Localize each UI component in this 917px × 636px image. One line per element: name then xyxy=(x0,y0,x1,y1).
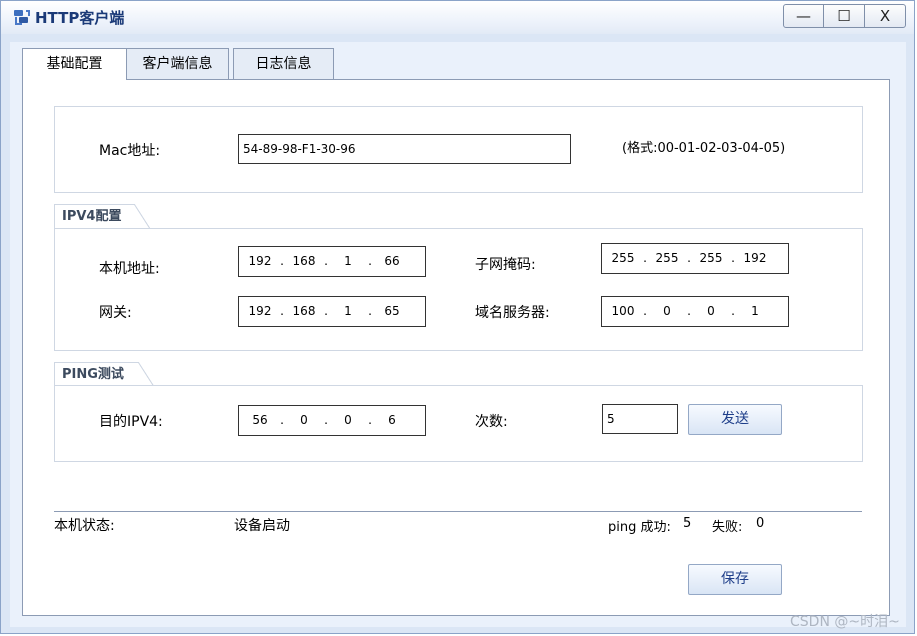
ip-octet: 192 xyxy=(248,254,272,268)
ip-octet: 65 xyxy=(384,304,400,318)
status-divider xyxy=(54,511,862,512)
ping-success-label: ping 成功: xyxy=(608,520,671,535)
ip-octet: 255 xyxy=(611,251,635,265)
ip-octet: 0 xyxy=(344,413,352,427)
title-bar[interactable]: HTTP客户端 — ☐ X xyxy=(1,1,914,34)
ip-octet: 168 xyxy=(292,254,316,268)
ping-count-label: 次数: xyxy=(475,414,508,430)
subnet-mask-input[interactable]: 255. 255. 255. 192 xyxy=(601,243,789,274)
subnet-mask-label: 子网掩码: xyxy=(475,257,536,273)
dns-server-label: 域名服务器: xyxy=(475,305,550,321)
ip-octet: 56 xyxy=(252,413,268,427)
gateway-label: 网关: xyxy=(99,305,132,321)
target-ipv4-input[interactable]: 56. 0. 0. 6 xyxy=(238,405,426,436)
ip-octet: 0 xyxy=(707,304,715,318)
ping-fail-count: 0 xyxy=(756,516,765,531)
app-icon xyxy=(14,10,30,25)
ipv4-group-legend: IPV4配置 xyxy=(54,204,150,229)
local-address-input[interactable]: 192. 168. 1. 66 xyxy=(238,246,426,277)
client-area: 基础配置 客户端信息 日志信息 Mac地址: 54-89-98-F1-30-96… xyxy=(10,42,906,627)
tab-panel-basic-config: Mac地址: 54-89-98-F1-30-96 (格式:00-01-02-03… xyxy=(22,79,890,616)
ip-octet: 100 xyxy=(611,304,635,318)
status-label: 本机状态: xyxy=(54,518,115,534)
ip-octet: 0 xyxy=(300,413,308,427)
tab-client-info[interactable]: 客户端信息 xyxy=(126,48,229,79)
dns-server-input[interactable]: 100. 0. 0. 1 xyxy=(601,296,789,327)
ip-octet: 192 xyxy=(743,251,767,265)
watermark-text: CSDN @~时泪~ xyxy=(790,614,900,630)
ip-octet: 1 xyxy=(344,304,352,318)
ping-success-count: 5 xyxy=(683,516,692,531)
status-value: 设备启动 xyxy=(234,518,290,534)
local-address-label: 本机地址: xyxy=(99,261,160,277)
tab-basic-config[interactable]: 基础配置 xyxy=(22,48,127,80)
tab-log-info[interactable]: 日志信息 xyxy=(233,48,334,79)
gateway-input[interactable]: 192. 168. 1. 65 xyxy=(238,296,426,327)
ip-octet: 6 xyxy=(388,413,396,427)
mac-input[interactable]: 54-89-98-F1-30-96 xyxy=(238,134,571,164)
ip-octet: 255 xyxy=(699,251,723,265)
ip-octet: 192 xyxy=(248,304,272,318)
mac-format-hint: (格式:00-01-02-03-04-05) xyxy=(622,141,786,156)
window-title: HTTP客户端 xyxy=(35,9,125,27)
ip-octet: 1 xyxy=(751,304,759,318)
ip-octet: 168 xyxy=(292,304,316,318)
maximize-button[interactable]: ☐ xyxy=(823,4,865,28)
ping-group-legend: PING测试 xyxy=(54,362,154,387)
ping-count-input[interactable]: 5 xyxy=(602,404,678,434)
ip-octet: 255 xyxy=(655,251,679,265)
mac-label: Mac地址: xyxy=(99,143,161,159)
ip-octet: 0 xyxy=(663,304,671,318)
close-button[interactable]: X xyxy=(864,4,906,28)
http-client-window: HTTP客户端 — ☐ X 基础配置 客户端信息 日志信息 Mac地址: 54-… xyxy=(0,0,915,634)
minimize-button[interactable]: — xyxy=(783,4,824,28)
ip-octet: 66 xyxy=(384,254,400,268)
send-button[interactable]: 发送 xyxy=(688,404,782,435)
ping-fail-label: 失败: xyxy=(712,520,743,535)
target-ipv4-label: 目的IPV4: xyxy=(99,414,163,430)
save-button[interactable]: 保存 xyxy=(688,564,782,595)
ip-octet: 1 xyxy=(344,254,352,268)
